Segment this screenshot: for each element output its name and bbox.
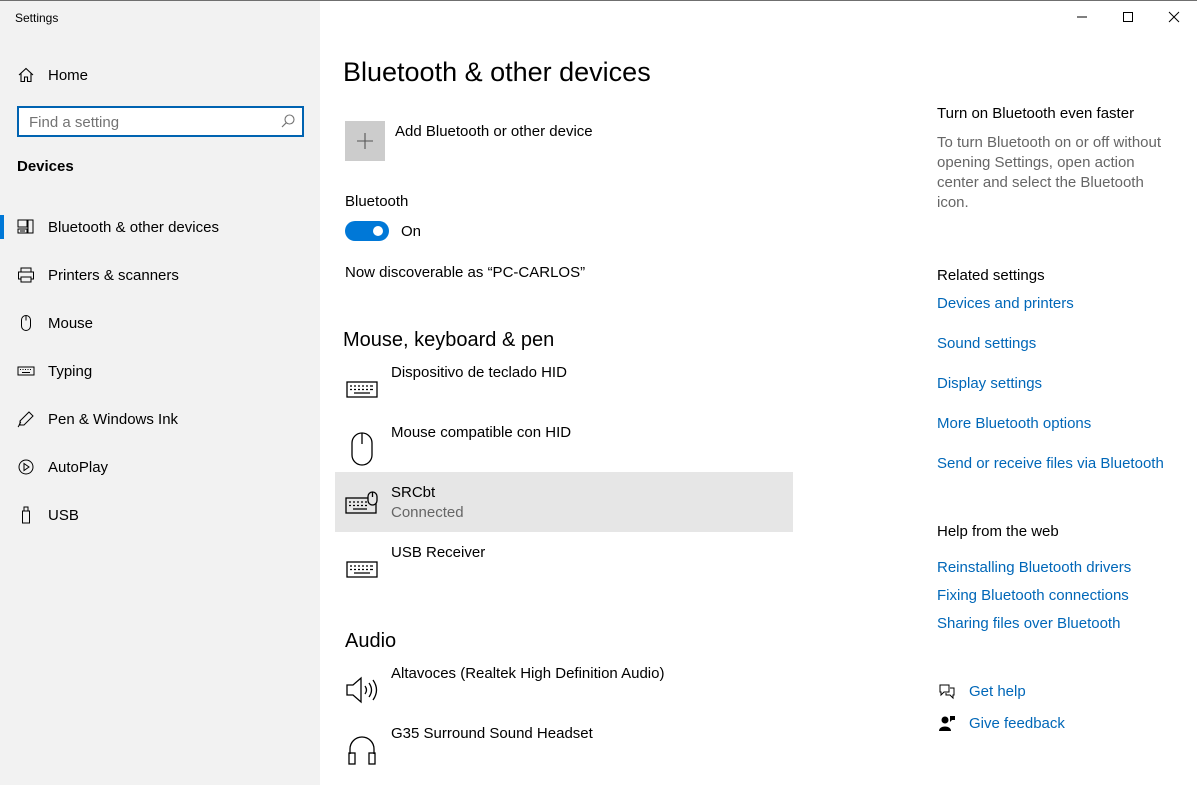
sidebar-item-printers[interactable]: Printers & scanners [0, 255, 320, 295]
search-box[interactable] [17, 106, 304, 137]
add-icon [345, 121, 385, 161]
keyboard-mouse-icon [345, 486, 379, 520]
give-feedback-link[interactable]: Give feedback [937, 713, 1065, 733]
device-name: SRCbt [391, 484, 436, 501]
add-device-button[interactable]: Add Bluetooth or other device [345, 121, 593, 161]
device-item[interactable]: Dispositivo de teclado HID [335, 364, 793, 424]
sidebar-item-mouse[interactable]: Mouse [0, 303, 320, 343]
device-item-selected[interactable]: SRCbt Connected [335, 472, 793, 532]
device-status: Connected [391, 504, 464, 521]
help-from-web-title: Help from the web [937, 523, 1059, 540]
bluetooth-toggle[interactable] [345, 221, 389, 241]
sidebar-item-usb[interactable]: USB [0, 495, 320, 535]
tip-title: Turn on Bluetooth even faster [937, 105, 1135, 122]
feedback-icon [937, 713, 957, 733]
main-content: Bluetooth & other devices Add Bluetooth … [320, 1, 1197, 785]
printer-icon [17, 266, 35, 284]
bluetooth-devices-icon [17, 218, 35, 236]
sidebar-item-label: USB [48, 506, 79, 524]
home-icon [17, 66, 35, 84]
sidebar: Settings Home Devices Bluetooth & other … [0, 1, 320, 785]
close-icon [1168, 11, 1180, 23]
link-fixing-connections[interactable]: Fixing Bluetooth connections [937, 587, 1129, 604]
speaker-icon [345, 673, 379, 707]
device-item[interactable]: USB Receiver [335, 544, 793, 604]
page-title: Bluetooth & other devices [343, 57, 651, 87]
bluetooth-state: On [401, 223, 422, 240]
chat-help-icon [937, 681, 957, 701]
active-indicator [0, 215, 4, 239]
sidebar-item-label: Printers & scanners [48, 266, 179, 284]
sidebar-item-label: AutoPlay [48, 458, 109, 476]
discoverable-text: Now discoverable as “PC-CARLOS” [345, 264, 586, 281]
link-reinstalling-drivers[interactable]: Reinstalling Bluetooth drivers [937, 559, 1131, 576]
link-send-receive-files[interactable]: Send or receive files via Bluetooth [937, 455, 1164, 472]
add-device-label: Add Bluetooth or other device [395, 123, 593, 140]
home-nav-item[interactable]: Home [0, 57, 320, 93]
tip-text: To turn Bluetooth on or off without open… [937, 134, 1162, 211]
autoplay-icon [17, 458, 35, 476]
close-button[interactable] [1151, 1, 1197, 33]
give-feedback-label: Give feedback [969, 714, 1065, 732]
sidebar-item-label: Mouse [48, 314, 94, 332]
toggle-knob [373, 226, 383, 236]
related-settings-title: Related settings [937, 267, 1045, 284]
search-icon[interactable] [280, 113, 296, 129]
device-item[interactable]: G35 Surround Sound Headset [335, 725, 793, 785]
sidebar-item-bluetooth[interactable]: Bluetooth & other devices [0, 207, 320, 247]
home-label: Home [48, 66, 89, 84]
keyboard-icon [17, 362, 35, 380]
sidebar-item-pen[interactable]: Pen & Windows Ink [0, 399, 320, 439]
section-title-mouse-keyboard-pen: Mouse, keyboard & pen [343, 329, 555, 351]
sidebar-item-autoplay[interactable]: AutoPlay [0, 447, 320, 487]
minimize-icon [1077, 16, 1087, 18]
link-display-settings[interactable]: Display settings [937, 375, 1042, 392]
pen-icon [17, 410, 35, 428]
maximize-icon [1123, 12, 1133, 22]
section-title-devices: Devices [17, 158, 74, 175]
app-title: Settings [15, 11, 59, 25]
get-help-link[interactable]: Get help [937, 681, 1026, 701]
device-name: Mouse compatible con HID [391, 424, 572, 441]
section-title-audio: Audio [345, 630, 397, 652]
mouse-icon [345, 432, 379, 466]
bluetooth-label: Bluetooth [345, 193, 409, 210]
sidebar-item-label: Typing [48, 362, 93, 380]
settings-window: Settings Home Devices Bluetooth & other … [0, 0, 1197, 785]
keyboard-icon [345, 372, 379, 406]
link-sharing-files[interactable]: Sharing files over Bluetooth [937, 615, 1120, 632]
sidebar-item-label: Bluetooth & other devices [48, 218, 219, 236]
device-item[interactable]: Altavoces (Realtek High Definition Audio… [335, 665, 793, 725]
link-devices-and-printers[interactable]: Devices and printers [937, 295, 1074, 312]
window-controls [1059, 1, 1197, 33]
sidebar-item-typing[interactable]: Typing [0, 351, 320, 391]
link-more-bluetooth-options[interactable]: More Bluetooth options [937, 415, 1091, 432]
link-sound-settings[interactable]: Sound settings [937, 335, 1036, 352]
headset-icon [345, 733, 379, 767]
maximize-button[interactable] [1105, 1, 1151, 33]
minimize-button[interactable] [1059, 1, 1105, 33]
keyboard-icon [345, 552, 379, 586]
mouse-icon [17, 314, 35, 332]
device-name: Altavoces (Realtek High Definition Audio… [391, 665, 665, 682]
search-input[interactable] [27, 111, 271, 134]
device-name: USB Receiver [391, 544, 486, 561]
sidebar-item-label: Pen & Windows Ink [48, 410, 179, 428]
device-name: G35 Surround Sound Headset [391, 725, 593, 742]
usb-icon [17, 506, 35, 524]
device-name: Dispositivo de teclado HID [391, 364, 567, 381]
get-help-label: Get help [969, 682, 1026, 700]
